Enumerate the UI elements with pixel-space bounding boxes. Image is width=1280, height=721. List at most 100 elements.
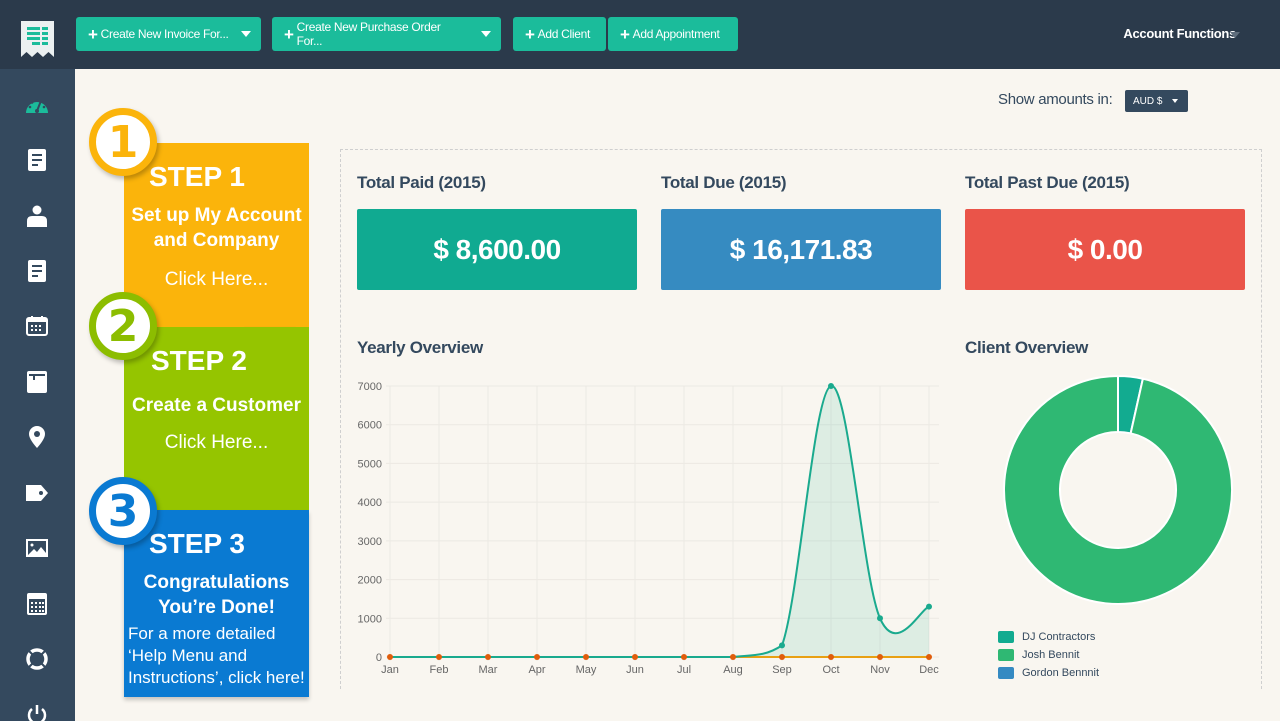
x-tick-label: Jul	[677, 664, 691, 676]
legend-swatch	[998, 649, 1014, 661]
x-tick-label: Nov	[870, 664, 890, 676]
sidebar-item-clients[interactable]	[24, 203, 50, 229]
data-point	[828, 383, 834, 389]
x-tick-label: Jun	[626, 664, 644, 676]
data-point	[534, 654, 540, 660]
y-tick-label: 2000	[358, 575, 382, 587]
data-point	[681, 654, 687, 660]
plus-icon: +	[284, 24, 294, 44]
legend-label: Gordon Bennnit	[1022, 667, 1100, 679]
currency-select[interactable]: AUD $	[1125, 90, 1188, 112]
plus-icon: +	[620, 24, 630, 44]
legend-item: Josh Bennit	[998, 646, 1099, 664]
caret-down-icon	[481, 31, 491, 37]
donut-slice-josh-bennit[interactable]	[1003, 374, 1233, 605]
sidebar-item-invoices[interactable]	[24, 147, 50, 173]
step-2-number-badge: 2	[89, 292, 157, 360]
client-overview-title: Client Overview	[965, 338, 1089, 357]
user-icon	[27, 205, 47, 227]
step-2-click-here-link[interactable]: Click Here...	[124, 432, 309, 454]
x-tick-label: Dec	[919, 664, 939, 676]
y-tick-label: 4000	[358, 497, 382, 509]
add-appointment-button[interactable]: + Add Appointment	[608, 17, 738, 51]
step-2-create-customer-banner[interactable]: STEP 2 Create a Customer Click Here...	[124, 327, 309, 512]
sidebar-item-calendar[interactable]	[24, 313, 50, 339]
sidebar-item-gallery[interactable]	[24, 535, 50, 561]
add-client-button[interactable]: + Add Client	[513, 17, 606, 51]
data-point	[828, 654, 834, 660]
step-1-setup-account-banner[interactable]: STEP 1 Set up My Account and Company Cli…	[124, 143, 309, 330]
help-menu-link[interactable]: For a more detailed ‘Help Menu and Instr…	[128, 623, 309, 689]
step-3-done-banner[interactable]: STEP 3 Congratulations You’re Done! For …	[124, 510, 309, 697]
sidebar-item-locations[interactable]	[24, 424, 50, 450]
step-1-click-here-link[interactable]: Click Here...	[124, 269, 309, 291]
x-tick-label: May	[576, 664, 597, 676]
series-area-paid	[390, 385, 929, 657]
total-due-value: $ 16,171.83	[661, 209, 941, 290]
sidebar-item-calculator[interactable]	[24, 591, 50, 617]
total-past-due-value: $ 0.00	[965, 209, 1245, 290]
client-overview-chart	[1003, 374, 1233, 605]
step-3-number-badge: 3	[89, 477, 157, 545]
sidebar-item-products[interactable]	[24, 369, 50, 395]
data-point	[779, 642, 785, 649]
sidebar-item-logout[interactable]	[24, 701, 50, 721]
legend-label: Josh Bennit	[1022, 649, 1080, 661]
data-point	[730, 654, 736, 660]
calendar-icon	[26, 316, 48, 336]
yearly-overview-title: Yearly Overview	[357, 338, 483, 357]
caret-down-icon	[240, 31, 251, 37]
receipt-logo-icon[interactable]	[21, 21, 54, 57]
sidebar-item-help[interactable]	[24, 646, 50, 672]
x-tick-label: Oct	[822, 664, 839, 676]
client-legend: DJ Contractors Josh Bennit Gordon Bennnit	[998, 628, 1099, 682]
plus-icon: +	[88, 24, 98, 44]
create-purchase-order-button[interactable]: + Create New Purchase Order For...	[272, 17, 501, 51]
calculator-icon	[27, 593, 47, 615]
top-navbar: + Create New Invoice For... + Create New…	[0, 0, 1280, 69]
data-point	[926, 654, 932, 660]
document-icon	[28, 260, 46, 282]
create-invoice-button[interactable]: + Create New Invoice For...	[76, 17, 261, 51]
dashboard-icon	[26, 99, 48, 113]
y-tick-label: 3000	[358, 536, 382, 548]
image-icon	[26, 539, 48, 557]
tag-icon	[26, 485, 48, 501]
sidebar-item-documents[interactable]	[24, 258, 50, 284]
y-tick-label: 1000	[358, 613, 382, 625]
legend-swatch	[998, 631, 1014, 643]
data-point	[926, 603, 932, 610]
yearly-overview-chart: 0 1000 2000 3000 4000 5000 6000 7000 Jan Feb Mar Ap…	[358, 381, 940, 676]
total-paid-value: $ 8,600.00	[357, 209, 637, 290]
legend-label: DJ Contractors	[1022, 631, 1096, 643]
power-icon	[27, 705, 47, 721]
invoice-icon	[28, 149, 46, 171]
data-point	[583, 654, 589, 660]
lifebuoy-icon	[26, 648, 48, 670]
data-point	[779, 654, 785, 660]
total-due-label: Total Due (2015)	[661, 173, 787, 192]
x-tick-label: Mar	[479, 664, 498, 676]
legend-swatch	[998, 667, 1014, 679]
total-paid-label: Total Paid (2015)	[357, 173, 486, 192]
data-point	[877, 615, 883, 622]
data-point	[632, 654, 638, 660]
data-point	[436, 654, 442, 660]
x-tick-label: Sep	[772, 664, 792, 676]
x-tick-label: Aug	[723, 664, 743, 676]
y-tick-label: 6000	[358, 420, 382, 432]
x-tick-label: Jan	[381, 664, 399, 676]
total-past-due-label: Total Past Due (2015)	[965, 173, 1130, 192]
legend-item: DJ Contractors	[998, 628, 1099, 646]
caret-down-icon	[1172, 99, 1179, 103]
show-amounts-label: Show amounts in:	[998, 91, 1113, 108]
sidebar	[0, 69, 75, 721]
account-functions-menu[interactable]: Account Functions	[1123, 26, 1236, 41]
x-tick-label: Feb	[430, 664, 449, 676]
data-point	[877, 654, 883, 660]
sidebar-item-tags[interactable]	[24, 480, 50, 506]
step-1-number-badge: 1	[89, 108, 157, 176]
x-tick-label: Apr	[528, 664, 545, 676]
location-icon	[29, 426, 45, 448]
sidebar-item-dashboard[interactable]	[24, 92, 50, 118]
